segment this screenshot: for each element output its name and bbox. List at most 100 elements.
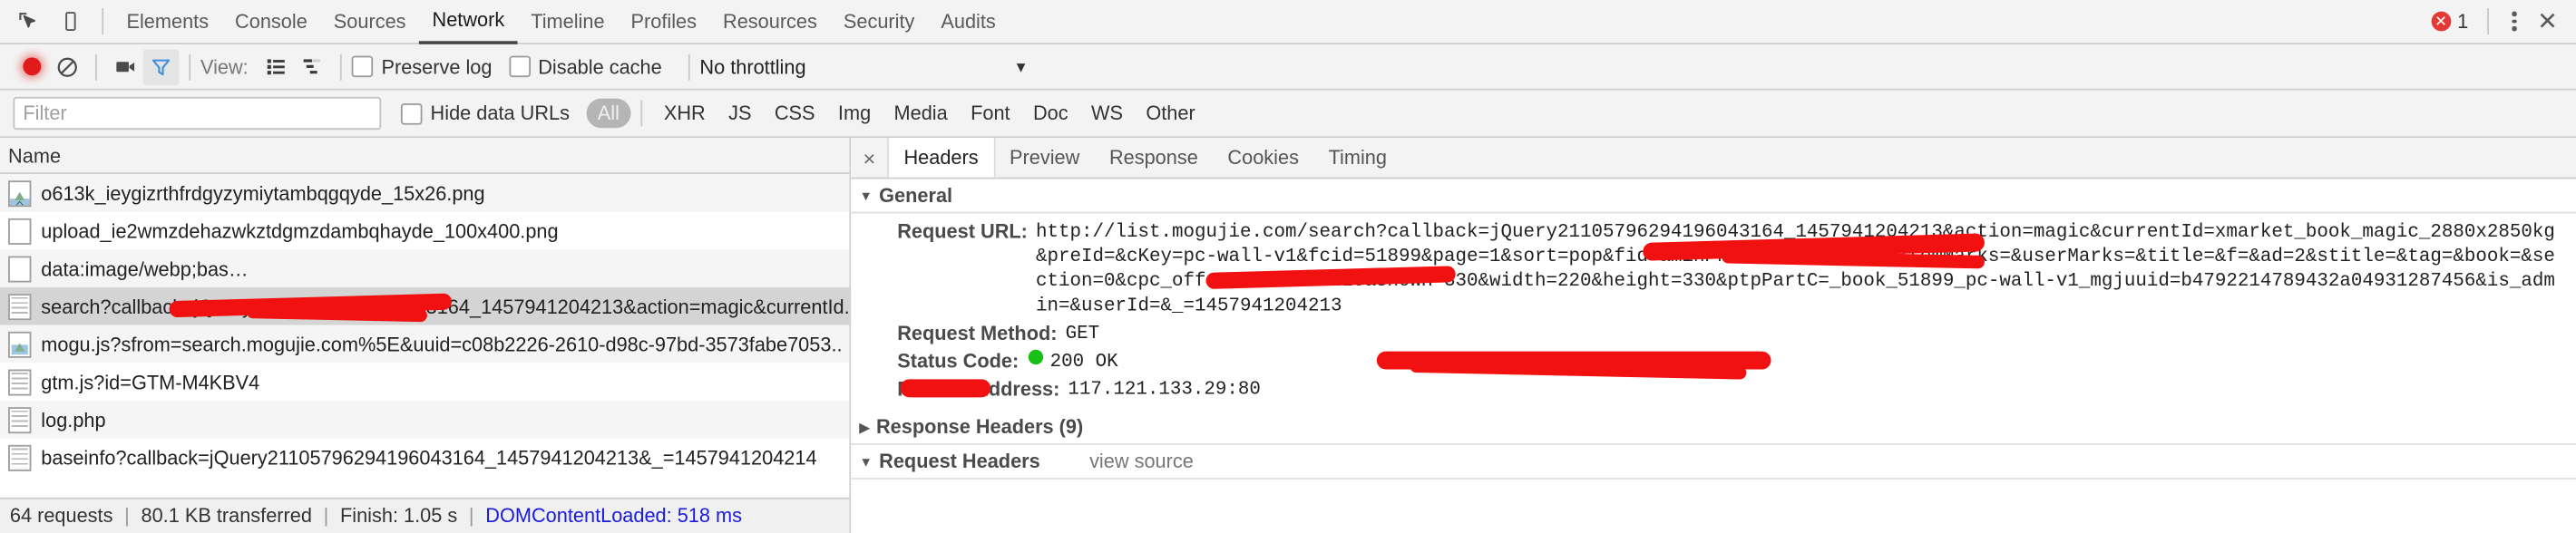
preserve-log-box-icon [351, 55, 374, 78]
devtools-window: Elements Console Sources Network Timelin… [0, 0, 2576, 533]
request-url-key: Request URL: [897, 219, 1028, 244]
tab-response[interactable]: Response [1095, 138, 1213, 177]
triangle-down-icon: ▼ [859, 188, 873, 203]
filter-type-img[interactable]: Img [826, 99, 883, 129]
tab-preview[interactable]: Preview [995, 138, 1095, 177]
status-code-key: Status Code: [897, 349, 1020, 373]
error-count-badge[interactable]: ✕ 1 [2431, 10, 2468, 33]
filter-button[interactable] [142, 48, 180, 85]
filter-type-xhr[interactable]: XHR [652, 99, 717, 129]
kebab-menu-icon[interactable] [2500, 5, 2530, 37]
column-header-name[interactable]: Name [0, 138, 850, 174]
filter-input[interactable] [13, 96, 382, 131]
tab-timing[interactable]: Timing [1313, 138, 1401, 177]
error-count-label: 1 [2457, 9, 2469, 34]
toolbar-divider-4 [688, 53, 690, 80]
request-method-value: GET [1065, 323, 1100, 345]
filter-type-js[interactable]: JS [717, 99, 763, 129]
devtools-tabstrip: Elements Console Sources Network Timelin… [0, 0, 2576, 44]
record-button[interactable] [13, 48, 49, 84]
table-row[interactable]: gtm.js?id=GTM-M4KBV4 [0, 363, 850, 401]
hide-data-urls-checkbox[interactable]: Hide data URLs [400, 102, 570, 125]
filter-type-all[interactable]: All [586, 98, 631, 129]
waterfall-view-button[interactable] [294, 48, 330, 84]
close-detail-icon[interactable]: × [851, 138, 887, 177]
view-source-link[interactable]: view source [1089, 450, 1194, 472]
table-row[interactable]: data:image/webp;bas… [0, 249, 850, 287]
camera-button[interactable] [107, 48, 143, 84]
image-file-icon [8, 217, 32, 244]
request-name: log.php [41, 408, 106, 431]
filter-type-font[interactable]: Font [959, 99, 1021, 129]
dom-content-loaded: DOMContentLoaded: 518 ms [485, 504, 742, 528]
table-row[interactable]: upload_ie2wmzdehazwkztdgmzdambqhayde_100… [0, 212, 850, 250]
network-split: Name o613k_ieygizrthfrdgyzymiytambqgqyde… [0, 138, 2576, 533]
data-url-icon [8, 255, 32, 282]
status-separator: | [124, 504, 130, 528]
tab-timeline[interactable]: Timeline [518, 1, 618, 42]
hide-data-urls-box-icon [400, 102, 423, 124]
filter-type-media[interactable]: Media [883, 99, 960, 129]
record-dot-icon [22, 57, 41, 76]
script-file-icon [8, 406, 32, 433]
filter-type-other[interactable]: Other [1135, 99, 1207, 129]
tab-network[interactable]: Network [419, 0, 518, 44]
script-file-icon [8, 293, 32, 320]
request-name: data:image/webp;bas… [41, 257, 249, 280]
table-row[interactable]: search?callback=jQuery211057962941960431… [0, 286, 850, 325]
tabstrip-divider [102, 8, 104, 35]
request-name: gtm.js?id=GTM-M4KBV4 [41, 370, 260, 393]
request-list-pane: Name o613k_ieygizrthfrdgyzymiytambqgqyde… [0, 138, 852, 533]
inspect-element-icon[interactable] [6, 2, 49, 41]
filter-type-ws[interactable]: WS [1079, 99, 1134, 129]
tab-sources[interactable]: Sources [320, 1, 419, 42]
finish-time: Finish: 1.05 s [339, 504, 458, 528]
preserve-log-checkbox[interactable]: Preserve log [351, 54, 493, 79]
throttling-select[interactable]: No throttling ▼ [699, 55, 1028, 78]
table-row[interactable]: o613k_ieygizrthfrdgyzymiytambqgqyde_15x2… [0, 173, 850, 212]
triangle-down-icon: ▼ [859, 453, 873, 470]
tab-console[interactable]: Console [222, 1, 321, 42]
filter-divider [640, 100, 643, 127]
list-view-button[interactable] [259, 48, 295, 84]
toolbar-divider-2 [189, 53, 191, 80]
filter-type-css[interactable]: CSS [763, 99, 826, 129]
general-section-header[interactable]: ▼ General [851, 179, 2576, 214]
table-row[interactable]: baseinfo?callback=jQuery2110579629419604… [0, 439, 850, 477]
request-name: search?callback=jQuery211057962941960431… [41, 295, 850, 318]
filter-type-doc[interactable]: Doc [1021, 99, 1079, 129]
tab-elements[interactable]: Elements [113, 1, 222, 42]
tab-resources[interactable]: Resources [710, 1, 831, 42]
tabstrip-right-group: ✕ 1 ✕ [2431, 5, 2576, 37]
status-code-value: 200 OK [1049, 351, 1118, 373]
request-name: mogu.js?sfrom=search.mogujie.com%5E&uuid… [41, 332, 843, 356]
request-url-row: Request URL: http://list.mogujie.com/sea… [851, 218, 2575, 320]
response-headers-section-header[interactable]: ▶ Response Headers (9) [851, 411, 2576, 445]
script-image-icon [8, 330, 32, 357]
status-separator: | [323, 504, 329, 528]
request-headers-section-header[interactable]: ▼ Request Headers view source [851, 445, 2576, 480]
network-toolbar: View: Preserve log Disable cache No thro… [0, 44, 2576, 91]
tab-profiles[interactable]: Profiles [618, 1, 709, 42]
tab-cookies[interactable]: Cookies [1213, 138, 1313, 177]
general-section-title: General [879, 183, 953, 208]
disable-cache-checkbox[interactable]: Disable cache [508, 54, 662, 79]
tab-audits[interactable]: Audits [928, 1, 1009, 42]
request-name: baseinfo?callback=jQuery2110579629419604… [41, 445, 817, 470]
table-row[interactable]: mogu.js?sfrom=search.mogujie.com%5E&uuid… [0, 325, 850, 363]
table-row[interactable]: log.php [0, 400, 850, 439]
tab-headers[interactable]: Headers [887, 138, 995, 178]
view-label: View: [200, 54, 249, 79]
tab-security[interactable]: Security [830, 1, 928, 42]
image-file-icon [8, 179, 32, 207]
device-toolbar-icon[interactable] [49, 2, 92, 41]
clear-button[interactable] [49, 48, 85, 84]
detail-tab-bar: × Headers Preview Response Cookies Timin… [851, 138, 2576, 179]
disable-cache-label: Disable cache [538, 54, 662, 79]
status-ok-icon [1029, 349, 1044, 365]
request-list[interactable]: o613k_ieygizrthfrdgyzymiytambqgqyde_15x2… [0, 173, 850, 497]
triangle-right-icon: ▶ [859, 419, 870, 435]
close-devtools-icon[interactable]: ✕ [2529, 6, 2566, 36]
preserve-log-label: Preserve log [381, 54, 493, 79]
chevron-down-icon: ▼ [1013, 58, 1029, 75]
